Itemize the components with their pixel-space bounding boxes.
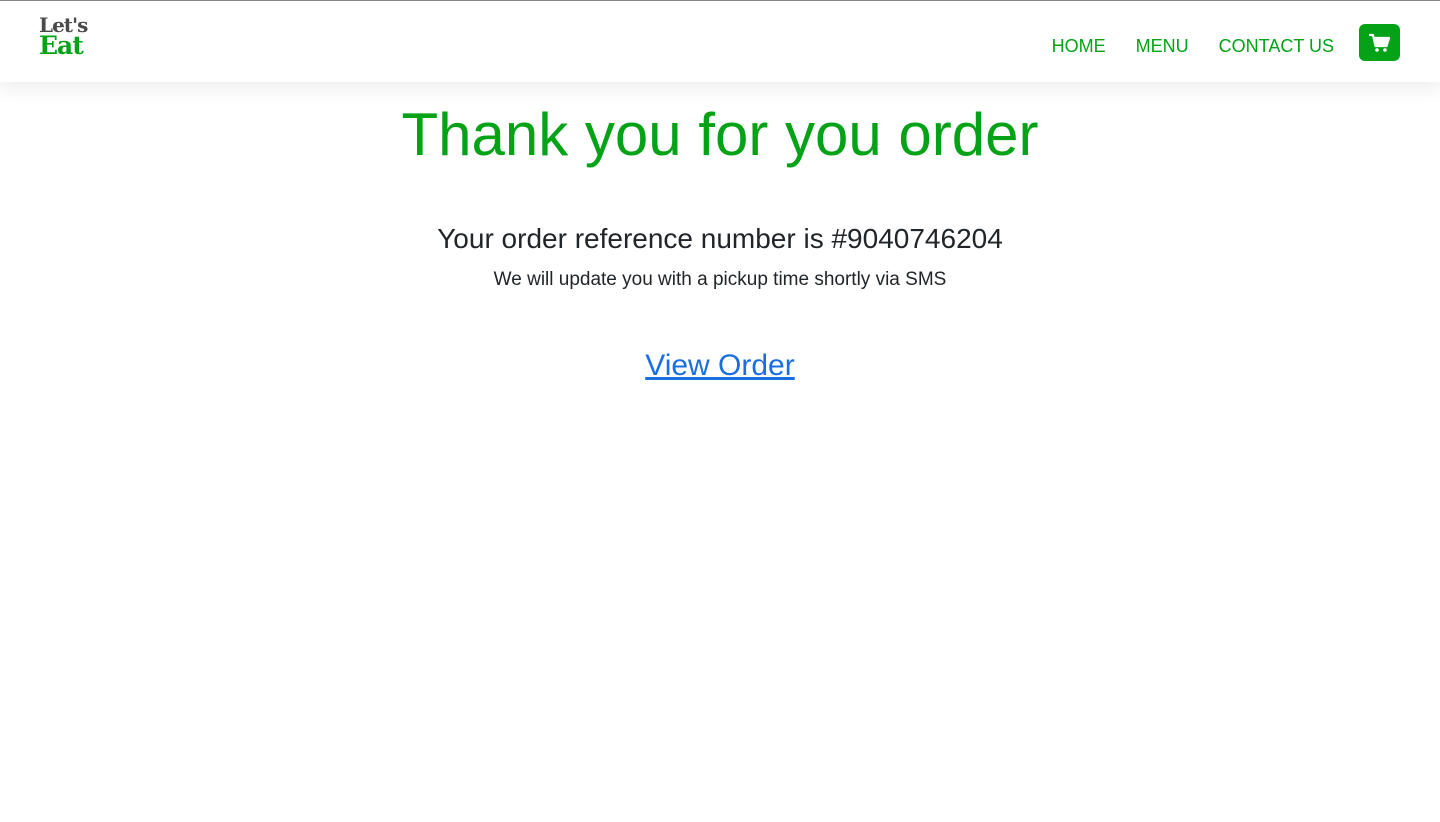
navbar: Let's Eat HOME MENU CONTACT US bbox=[0, 1, 1440, 82]
order-confirmation: Thank you for you order Your order refer… bbox=[0, 82, 1440, 384]
view-order-link[interactable]: View Order bbox=[645, 348, 795, 384]
logo[interactable]: Let's Eat bbox=[39, 15, 99, 65]
thank-you-heading: Thank you for you order bbox=[401, 101, 1039, 168]
shopping-cart-icon bbox=[1368, 33, 1390, 52]
nav-contact-link[interactable]: CONTACT US bbox=[1219, 35, 1334, 57]
logo-line-2: Eat bbox=[39, 31, 84, 60]
cart-button[interactable] bbox=[1359, 24, 1400, 61]
order-reference: Your order reference number is #90407462… bbox=[437, 223, 1003, 254]
nav-home-link[interactable]: HOME bbox=[1052, 35, 1106, 57]
nav-links: HOME MENU CONTACT US bbox=[1052, 35, 1334, 57]
nav-menu-link[interactable]: MENU bbox=[1136, 35, 1189, 57]
pickup-message: We will update you with a pickup time sh… bbox=[493, 269, 947, 290]
